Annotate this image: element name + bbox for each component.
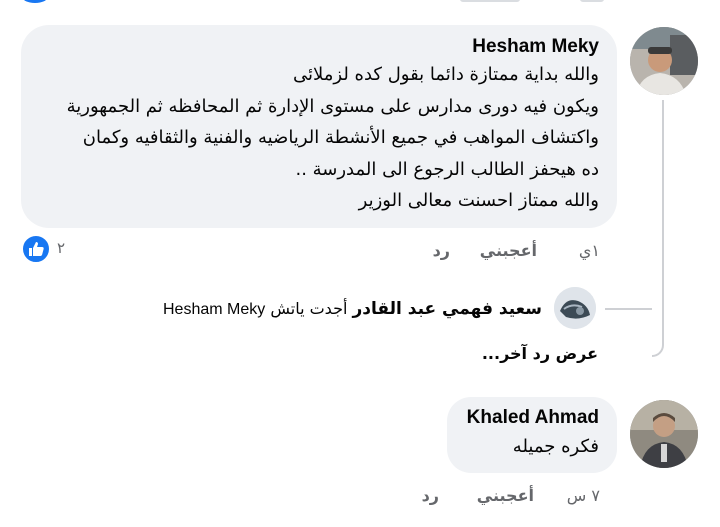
reply-mention[interactable]: Hesham Meky [163, 301, 265, 318]
reply-avatar[interactable] [554, 287, 596, 329]
avatar[interactable] [630, 400, 698, 468]
thread-line-main [652, 100, 664, 357]
reaction-count: ٢ [57, 239, 66, 257]
view-more-replies-button[interactable]: عرض رد آخر... [482, 344, 598, 363]
comment-bubble: Hesham Meky والله بداية ممتازة دائما بقو… [21, 25, 617, 228]
like-button[interactable]: أعجبني [477, 486, 534, 505]
comment-text: فكره جميله [512, 436, 599, 457]
reply-preview-text: سعيد فهمي عبد القادر أجدت ياتش Hesham Me… [122, 299, 543, 319]
comment-bubble: Khaled Ahmad فكره جميله [447, 397, 617, 473]
reaction-summary[interactable]: ٢ [21, 234, 81, 264]
avatar[interactable] [630, 27, 698, 95]
avatar-photo [630, 27, 698, 95]
previous-comment-remnant [0, 0, 720, 6]
avatar-photo [554, 287, 596, 329]
comment-author[interactable]: Khaled Ahmad [465, 407, 599, 429]
like-reaction-icon [21, 234, 51, 264]
comment-author[interactable]: Hesham Meky [39, 36, 599, 58]
reply-action-text: أجدت ياتش [270, 299, 348, 318]
avatar-photo [630, 400, 698, 468]
like-button[interactable]: أعجبني [480, 241, 537, 260]
comment-text: والله بداية ممتازة دائما بقول كده لزملائ… [66, 64, 599, 211]
reply-button[interactable]: رد [422, 486, 439, 505]
reply-author[interactable]: سعيد فهمي عبد القادر [353, 299, 543, 319]
thread-line-branch [605, 290, 652, 310]
comment-time[interactable]: ١ي [579, 241, 600, 260]
comment-time[interactable]: ٧ س [567, 486, 600, 505]
reply-button[interactable]: رد [433, 241, 450, 260]
